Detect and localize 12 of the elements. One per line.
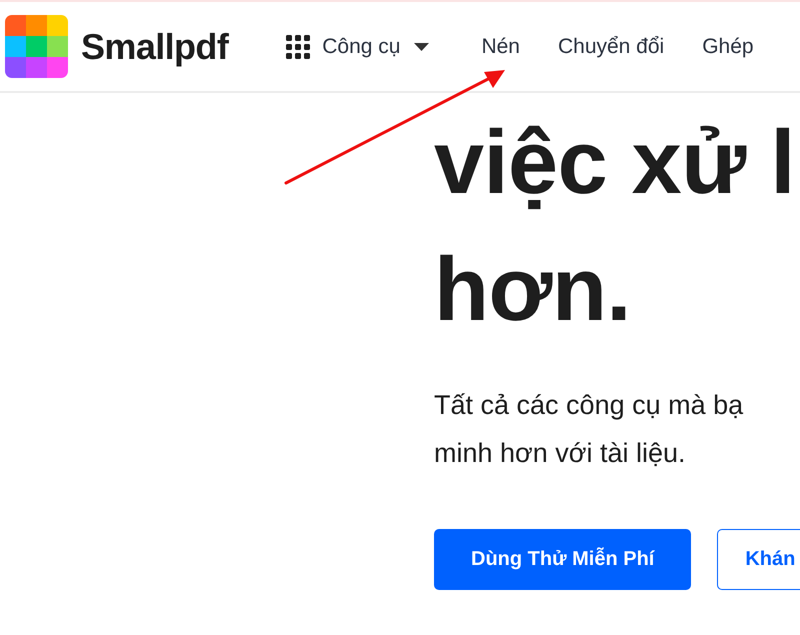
- logo-icon: [5, 15, 68, 78]
- nav-link[interactable]: Ghép: [702, 34, 754, 58]
- hero-headline: việc xử l hơn.: [434, 112, 796, 342]
- grid-icon: [286, 34, 310, 58]
- brand-wordmark[interactable]: Smallpdf: [81, 26, 228, 68]
- hero-subtitle: Tất cả các công cụ mà bạ minh hơn với tài liệu.: [434, 389, 744, 470]
- nav-link[interactable]: Nén: [481, 34, 520, 58]
- secondary-button[interactable]: Khán: [717, 529, 800, 590]
- try-free-button[interactable]: Dùng Thử Miễn Phí: [434, 529, 692, 590]
- tools-menu-button[interactable]: Công cụ: [286, 34, 430, 58]
- caret-icon: [414, 42, 430, 50]
- nav-link[interactable]: Chuyển đổi: [558, 34, 664, 58]
